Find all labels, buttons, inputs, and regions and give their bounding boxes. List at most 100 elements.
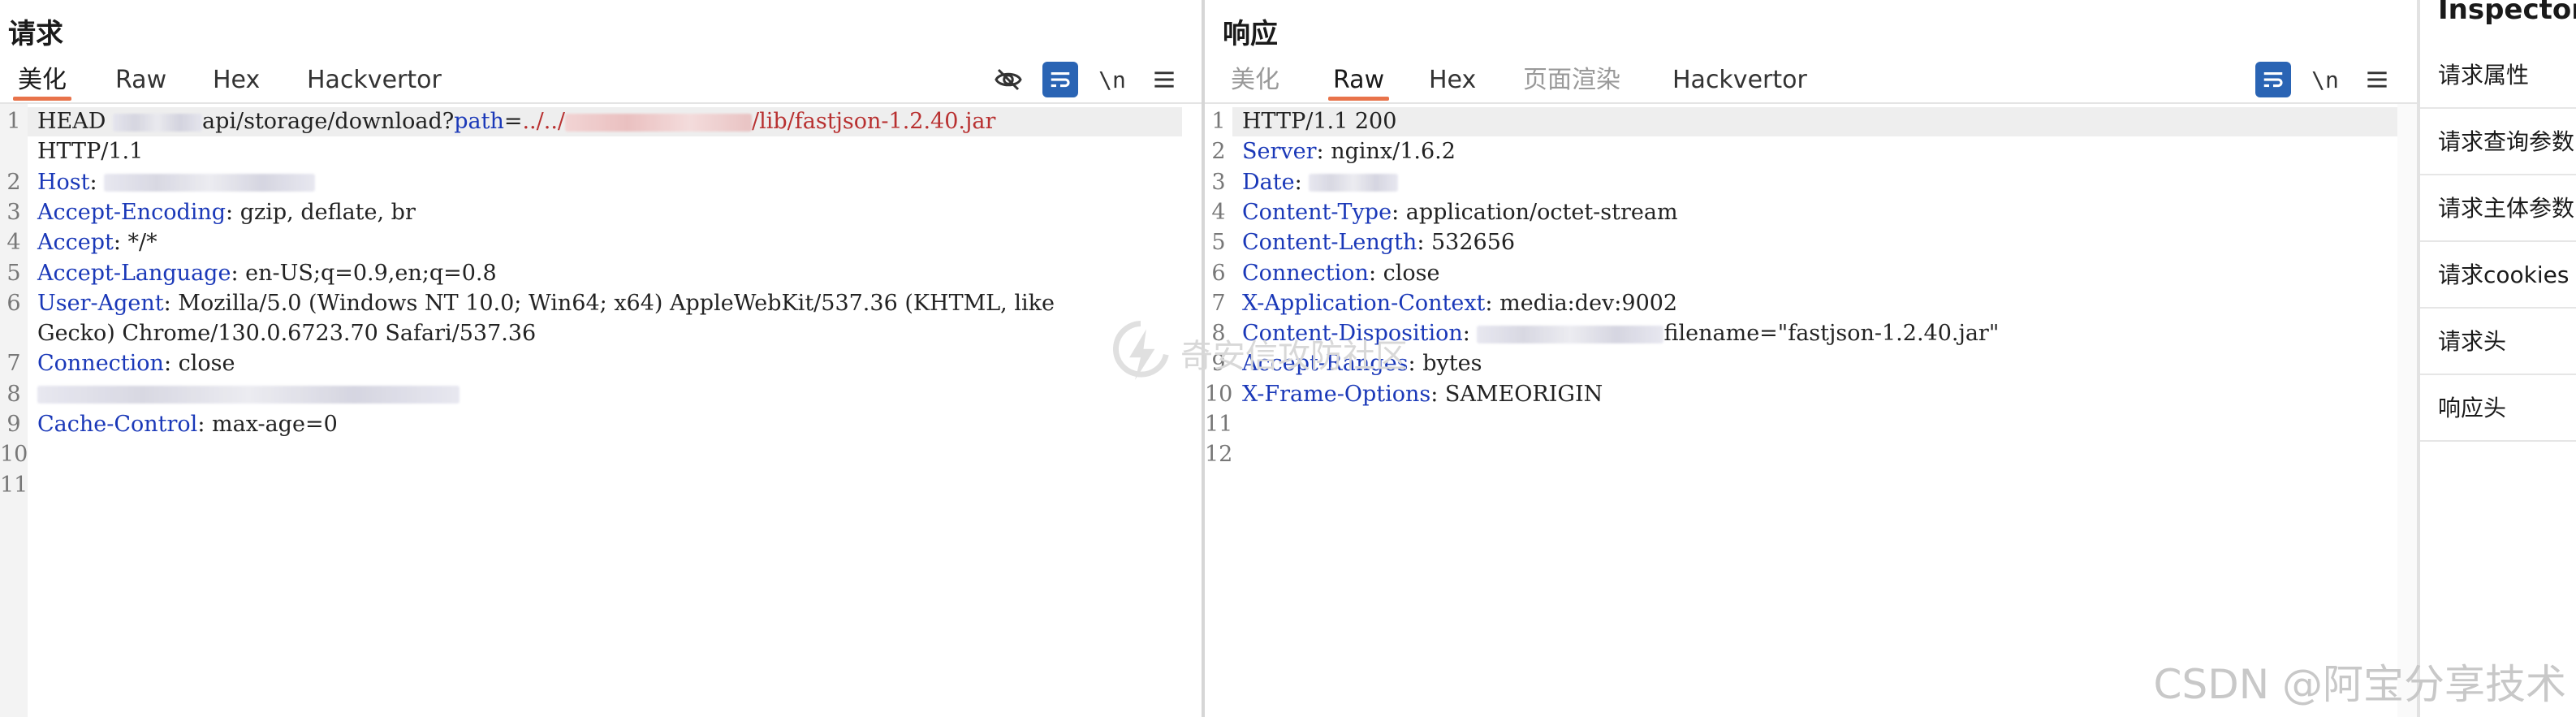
line-number: 11 xyxy=(1205,412,1233,437)
line-number: 3 xyxy=(6,199,21,225)
hamburger-icon[interactable] xyxy=(2359,62,2395,97)
header-name: Accept xyxy=(37,230,114,256)
header-name: User-Agent xyxy=(37,290,164,316)
redacted-text xyxy=(1477,325,1664,343)
line-number: 2 xyxy=(1211,139,1226,165)
code-line: HEAD api/storage/download?path=../../ /li… xyxy=(37,109,995,134)
eye-slash-icon[interactable] xyxy=(990,62,1026,97)
header-name: Accept-Encoding xyxy=(37,199,227,225)
text-value: : 532656 xyxy=(1417,230,1516,256)
text-value: : xyxy=(89,169,105,195)
line-number: 7 xyxy=(1211,290,1226,316)
code-line: Accept-Language: en-US;q=0.9,en;q=0.8 xyxy=(37,261,497,286)
text-value: api/storage/download? xyxy=(201,109,455,134)
line-number: 12 xyxy=(1205,442,1233,468)
code-line: HTTP/1.1 xyxy=(37,139,143,164)
current-line-highlight xyxy=(1232,107,2397,136)
text-value: Gecko) Chrome/130.0.6723.70 Safari/537.3… xyxy=(37,321,537,347)
code-line xyxy=(37,382,460,407)
text-value: : close xyxy=(163,351,235,377)
header-name: Accept-Ranges xyxy=(1242,351,1409,377)
redacted-text xyxy=(1309,174,1399,192)
inspector-item-body-params[interactable]: 请求主体参数 xyxy=(2420,175,2576,242)
line-number: 7 xyxy=(6,351,21,377)
inspector-panel: Inspector 请求属性 请求查询参数 请求主体参数 请求cookies 请… xyxy=(2417,0,2576,717)
inspector-item-request-headers[interactable]: 请求头 xyxy=(2420,309,2576,375)
header-name: X-Application-Context xyxy=(1242,290,1486,316)
inspector-item-query-params[interactable]: 请求查询参数 xyxy=(2420,109,2576,175)
code-line: Accept-Encoding: gzip, deflate, br xyxy=(37,200,416,225)
tab-hex[interactable]: Hex xyxy=(1424,62,1481,99)
code-line: HTTP/1.1 200 xyxy=(1242,109,1396,134)
newline-toggle[interactable]: \n xyxy=(1094,62,1130,97)
text-value: : close xyxy=(1368,260,1440,286)
request-title: 请求 xyxy=(8,18,63,50)
text-value: : Mozilla/5.0 (Windows NT 10.0; Win64; x… xyxy=(163,290,1055,316)
text-value: : nginx/1.6.2 xyxy=(1316,139,1456,165)
redacted-text xyxy=(37,386,460,404)
tab-pretty[interactable]: 美化 xyxy=(1226,62,1284,99)
response-tabs: 美化 Raw Hex 页面渲染 Hackvertor xyxy=(1205,62,2417,102)
code-line: Gecko) Chrome/130.0.6723.70 Safari/537.3… xyxy=(37,321,536,346)
tab-raw[interactable]: Raw xyxy=(110,62,171,99)
text-value: : media:dev:9002 xyxy=(1485,290,1678,316)
code-line: Content-Type: application/octet-stream xyxy=(1242,200,1678,225)
redacted-text xyxy=(112,113,202,132)
inspector-title: Inspector xyxy=(2438,0,2576,26)
line-number: 9 xyxy=(1211,351,1226,377)
text-value: : bytes xyxy=(1408,351,1482,377)
line-number: 10 xyxy=(1205,381,1233,407)
header-name: path xyxy=(454,109,504,134)
text-value: : gzip, deflate, br xyxy=(226,199,416,225)
line-number: 6 xyxy=(1211,260,1226,286)
text-value: : en-US;q=0.9,en;q=0.8 xyxy=(231,260,497,286)
code-line: Connection: close xyxy=(1242,261,1439,286)
header-name: Content-Length xyxy=(1242,230,1417,256)
scrollbar[interactable] xyxy=(2397,104,2417,717)
header-name: Host xyxy=(37,169,90,195)
text-value: : max-age=0 xyxy=(197,412,338,437)
tab-hackvertor[interactable]: Hackvertor xyxy=(1668,62,1812,99)
request-editor[interactable]: 1 HEAD api/storage/download?path=../../ /l… xyxy=(0,104,1202,717)
header-name: Accept-Language xyxy=(37,260,231,286)
wrap-icon[interactable] xyxy=(1042,62,1078,97)
code-line: Content-Length: 532656 xyxy=(1242,230,1515,255)
line-number: 8 xyxy=(6,381,21,407)
hamburger-icon[interactable] xyxy=(1146,62,1182,97)
text-value: HTTP/1.1 xyxy=(37,139,144,165)
header-name: Content-Type xyxy=(1242,199,1392,225)
header-name: Cache-Control xyxy=(37,412,198,437)
code-line: Host: xyxy=(37,169,316,195)
text-value: : xyxy=(1462,321,1478,347)
tab-render[interactable]: 页面渲染 xyxy=(1518,62,1625,99)
line-number: 3 xyxy=(1211,169,1226,195)
header-name: X-Frame-Options xyxy=(1242,381,1431,407)
tab-raw[interactable]: Raw xyxy=(1328,62,1390,101)
code-line: Content-Disposition: filename="fastjson-… xyxy=(1242,321,1999,346)
tab-pretty[interactable]: 美化 xyxy=(13,62,71,101)
text-value: : application/octet-stream xyxy=(1392,199,1678,225)
line-number: 6 xyxy=(6,290,21,316)
code-line: X-Application-Context: media:dev:9002 xyxy=(1242,291,1677,316)
wrap-icon[interactable] xyxy=(2255,62,2291,97)
credit-watermark: CSDN @阿宝分享技术 xyxy=(2153,661,2566,708)
header-name: Date xyxy=(1242,169,1295,195)
tab-hex[interactable]: Hex xyxy=(208,62,265,99)
inspector-item-cookies[interactable]: 请求cookies xyxy=(2420,242,2576,309)
response-editor[interactable]: 1 HTTP/1.1 200 2 Server: nginx/1.6.2 3 Date: … xyxy=(1205,104,2417,717)
code-line: Accept: */* xyxy=(37,230,157,255)
inspector-item-response-headers[interactable]: 响应头 xyxy=(2420,375,2576,442)
tab-hackvertor[interactable]: Hackvertor xyxy=(302,62,447,99)
text-value: = xyxy=(503,109,523,134)
line-number: 5 xyxy=(1211,230,1226,256)
request-pane: 请求 美化 Raw Hex Hackvertor \n 1 HEAD api/st… xyxy=(0,0,1202,717)
text-value: /lib/fastjson-1.2.40.jar xyxy=(752,109,996,134)
text-value: filename="fastjson-1.2.40.jar" xyxy=(1663,321,2000,347)
line-number: 8 xyxy=(1211,321,1226,347)
line-number: 9 xyxy=(6,412,21,437)
inspector-item-request-attributes[interactable]: 请求属性 xyxy=(2420,42,2576,109)
code-line: Connection: close xyxy=(37,351,235,376)
newline-toggle[interactable]: \n xyxy=(2307,62,2343,97)
code-line: Server: nginx/1.6.2 xyxy=(1242,139,1456,164)
text-value: HEAD xyxy=(37,109,113,134)
